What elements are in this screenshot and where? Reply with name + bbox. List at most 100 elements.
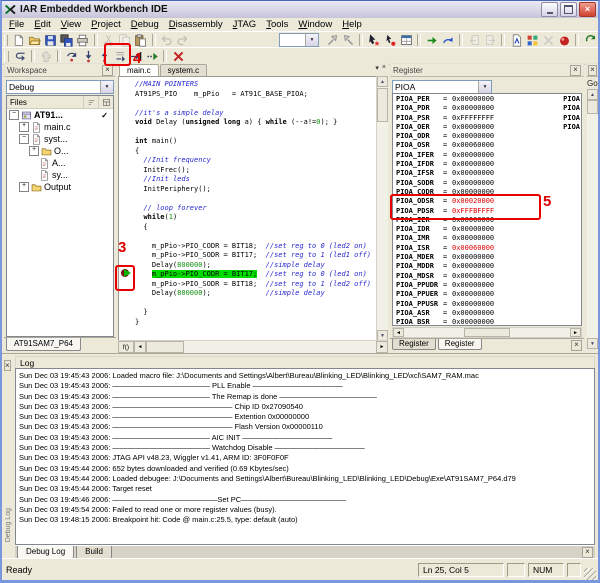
- code-line[interactable]: [119, 194, 376, 204]
- register-row[interactable]: PIOA_ISR=0x00060000: [393, 244, 581, 253]
- close-icon[interactable]: ×: [570, 65, 581, 76]
- register-row[interactable]: PIOA_SODR=0x00000000: [393, 179, 581, 188]
- make-button[interactable]: [524, 33, 540, 48]
- code-line[interactable]: //MAIN POINTERS: [119, 80, 376, 90]
- vertical-scrollbar[interactable]: ▲ ▼: [587, 89, 598, 349]
- restart-debugger-button[interactable]: [582, 33, 598, 48]
- toggle-bookmark-button[interactable]: [366, 33, 382, 48]
- find-combobox[interactable]: ▼: [279, 33, 319, 47]
- code-line[interactable]: Delay(800000); //simple delay: [119, 261, 376, 271]
- collapse-icon[interactable]: −: [19, 134, 29, 144]
- chevron-down-icon[interactable]: ▼: [100, 81, 113, 93]
- paste-button[interactable]: [133, 33, 149, 48]
- editor-vertical-scrollbar[interactable]: ▲ ▼: [376, 76, 388, 341]
- title-bar[interactable]: IAR Embedded Workbench IDE ×: [2, 1, 598, 19]
- register-row[interactable]: PIOA_PDR=0x00000000PIOA: [393, 104, 581, 113]
- close-icon[interactable]: ×: [582, 547, 593, 558]
- register-row[interactable]: PIOA_MDSR=0x00000000: [393, 272, 581, 281]
- code-line[interactable]: //Init leds: [119, 175, 376, 185]
- scrollbar-thumb[interactable]: [146, 341, 184, 353]
- scrollbar-thumb[interactable]: [377, 88, 388, 122]
- scroll-left-icon[interactable]: ◄: [393, 328, 404, 337]
- function-list-button[interactable]: f(): [118, 341, 134, 353]
- code-line[interactable]: [119, 99, 376, 109]
- toolbar-gripper[interactable]: [4, 35, 8, 46]
- scroll-up-icon[interactable]: ▲: [377, 76, 388, 87]
- register-tab[interactable]: Register: [392, 339, 436, 350]
- scroll-right-icon[interactable]: ►: [376, 341, 388, 353]
- code-line[interactable]: void Delay (unsigned long a) { while (--…: [119, 118, 376, 128]
- code-line[interactable]: }: [119, 308, 376, 318]
- code-line[interactable]: InitPeriphery();: [119, 185, 376, 195]
- collapse-icon[interactable]: −: [9, 110, 19, 120]
- menu-help[interactable]: Help: [337, 19, 367, 30]
- code-line[interactable]: m_pPio->PIO_CODR = BIT17; //set reg to 0…: [119, 270, 376, 280]
- workspace-tab[interactable]: AT91SAM7_P64: [6, 338, 81, 351]
- register-row[interactable]: PIOA_BSR=0x00000000: [393, 318, 581, 326]
- maximize-button[interactable]: [560, 2, 577, 17]
- next-statement-button[interactable]: [112, 49, 128, 64]
- register-row[interactable]: PIOA_IFER=0x00000000: [393, 151, 581, 160]
- close-button[interactable]: ×: [579, 2, 596, 17]
- close-icon[interactable]: ×: [4, 360, 11, 371]
- toolbar-gripper[interactable]: [4, 51, 9, 62]
- register-row[interactable]: PIOA_IER=0x00000000: [393, 216, 581, 225]
- code-line[interactable]: }: [119, 318, 376, 328]
- register-horizontal-scrollbar[interactable]: ◄ ►: [392, 327, 582, 338]
- tree-item[interactable]: +Output: [7, 181, 113, 193]
- files-column-header[interactable]: Files: [10, 98, 27, 107]
- navigate-button[interactable]: [440, 33, 456, 48]
- window-list-button[interactable]: [398, 33, 414, 48]
- tree-item[interactable]: sy...: [7, 169, 113, 181]
- compile-button[interactable]: [508, 33, 524, 48]
- code-line[interactable]: int main(): [119, 137, 376, 147]
- expand-icon[interactable]: +: [19, 122, 29, 132]
- menu-debug[interactable]: Debug: [126, 19, 164, 30]
- tree-item[interactable]: −AT91...✓: [7, 109, 113, 121]
- code-editor[interactable]: //MAIN POINTERSAT91PS_PIO m_pPio = AT91C…: [118, 76, 377, 341]
- code-line[interactable]: [119, 128, 376, 138]
- code-line[interactable]: m_pPio->PIO_CODR = BIT18; //set reg to 0…: [119, 242, 376, 252]
- chevron-down-icon[interactable]: ▼: [305, 34, 318, 46]
- log-messages[interactable]: Sun Dec 03 19:45:43 2006: Loaded macro f…: [15, 368, 595, 545]
- register-row[interactable]: PIOA_OER=0x00000000PIOA: [393, 123, 581, 132]
- close-icon[interactable]: ×: [571, 340, 582, 351]
- open-file-button[interactable]: [27, 33, 43, 48]
- register-row[interactable]: PIOA_MDDR=0x00000000: [393, 262, 581, 271]
- expand-icon[interactable]: +: [29, 146, 39, 156]
- step-into-button[interactable]: [80, 49, 96, 64]
- go-to-button[interactable]: [424, 33, 440, 48]
- register-tab[interactable]: Register: [438, 339, 482, 350]
- scroll-down-icon[interactable]: ▼: [587, 338, 598, 349]
- editor-horizontal-scrollbar[interactable]: f() ◄ ►: [118, 340, 388, 353]
- print-button[interactable]: [75, 33, 91, 48]
- code-line[interactable]: m_pPio->PIO_SODR = BIT17; //set reg to 1…: [119, 251, 376, 261]
- code-line[interactable]: {: [119, 147, 376, 157]
- scrollbar-thumb[interactable]: [587, 100, 598, 114]
- menu-window[interactable]: Window: [293, 19, 337, 30]
- options-icon[interactable]: [98, 96, 113, 108]
- step-out-button[interactable]: [96, 49, 112, 64]
- editor-tab-main.c[interactable]: main.c: [119, 64, 159, 76]
- next-bookmark-button[interactable]: [382, 33, 398, 48]
- tree-item[interactable]: A...: [7, 157, 113, 169]
- chevron-down-icon[interactable]: ▼: [478, 81, 491, 93]
- close-icon[interactable]: ×: [588, 65, 597, 76]
- step-over-button[interactable]: [64, 49, 80, 64]
- menu-view[interactable]: View: [56, 19, 86, 30]
- code-line[interactable]: while(1): [119, 213, 376, 223]
- scrollbar-thumb[interactable]: [464, 328, 510, 337]
- menu-tools[interactable]: Tools: [261, 19, 293, 30]
- code-line[interactable]: {: [119, 223, 376, 233]
- menu-edit[interactable]: Edit: [29, 19, 55, 30]
- menu-file[interactable]: File: [4, 19, 29, 30]
- debug-button[interactable]: [556, 33, 572, 48]
- expand-icon[interactable]: +: [19, 182, 29, 192]
- register-row[interactable]: PIOA_PPUSR=0x00000000: [393, 300, 581, 309]
- run-to-cursor-button[interactable]: [128, 49, 144, 64]
- tree-item[interactable]: +main.c: [7, 121, 113, 133]
- register-row[interactable]: PIOA_CODR=0x00000000: [393, 188, 581, 197]
- new-document-button[interactable]: [11, 33, 27, 48]
- register-row[interactable]: PIOA_PPUER=0x00000000: [393, 290, 581, 299]
- sort-icon[interactable]: [83, 96, 98, 108]
